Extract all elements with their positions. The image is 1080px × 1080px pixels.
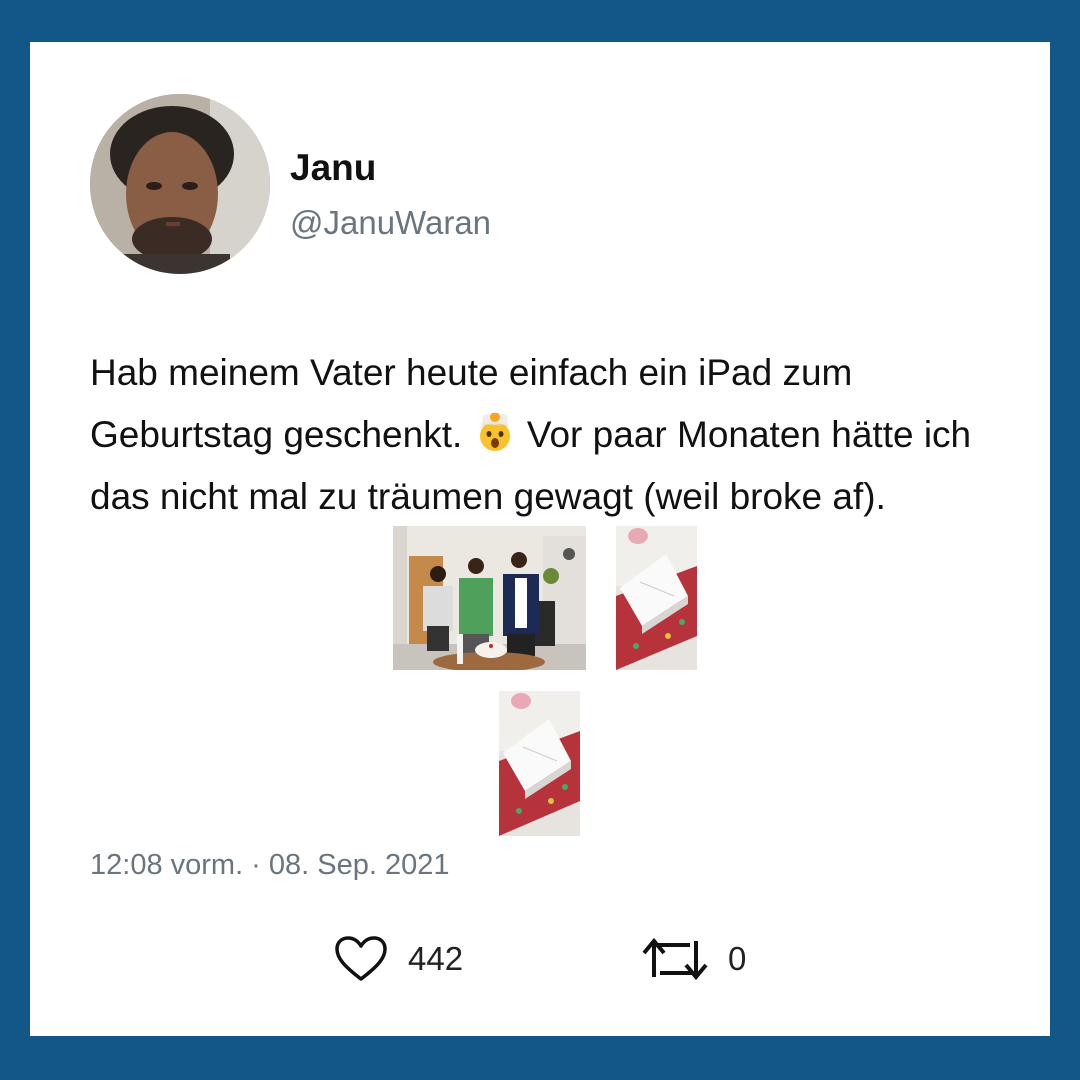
heart-icon — [334, 935, 388, 983]
tweet-card: Janu @JanuWaran Hab meinem Vater heute e… — [30, 42, 1050, 1036]
like-button[interactable]: 442 — [334, 934, 463, 984]
ipad-box-photo — [616, 526, 697, 670]
family-birthday-photo — [393, 526, 586, 670]
retweet-button[interactable]: 0 — [642, 934, 746, 984]
tweet-text: Hab meinem Vater heute einfach ein iPad … — [90, 342, 1010, 528]
like-count: 442 — [408, 940, 464, 977]
tweet-photo-2[interactable] — [616, 526, 697, 670]
retweet-icon — [642, 937, 708, 981]
ipad-box-photo — [499, 691, 580, 836]
tweet-photo-3[interactable] — [499, 691, 580, 836]
author-name[interactable]: Janu — [290, 148, 376, 188]
avatar-photo — [90, 94, 270, 274]
author-handle[interactable]: @JanuWaran — [290, 204, 491, 242]
exploding-head-emoji-icon — [475, 413, 515, 453]
tweet-timestamp[interactable]: 12:08 vorm. · 08. Sep. 2021 — [90, 848, 450, 882]
retweet-count: 0 — [728, 940, 747, 977]
author-avatar[interactable] — [90, 94, 270, 274]
tweet-photo-1[interactable] — [393, 526, 586, 670]
